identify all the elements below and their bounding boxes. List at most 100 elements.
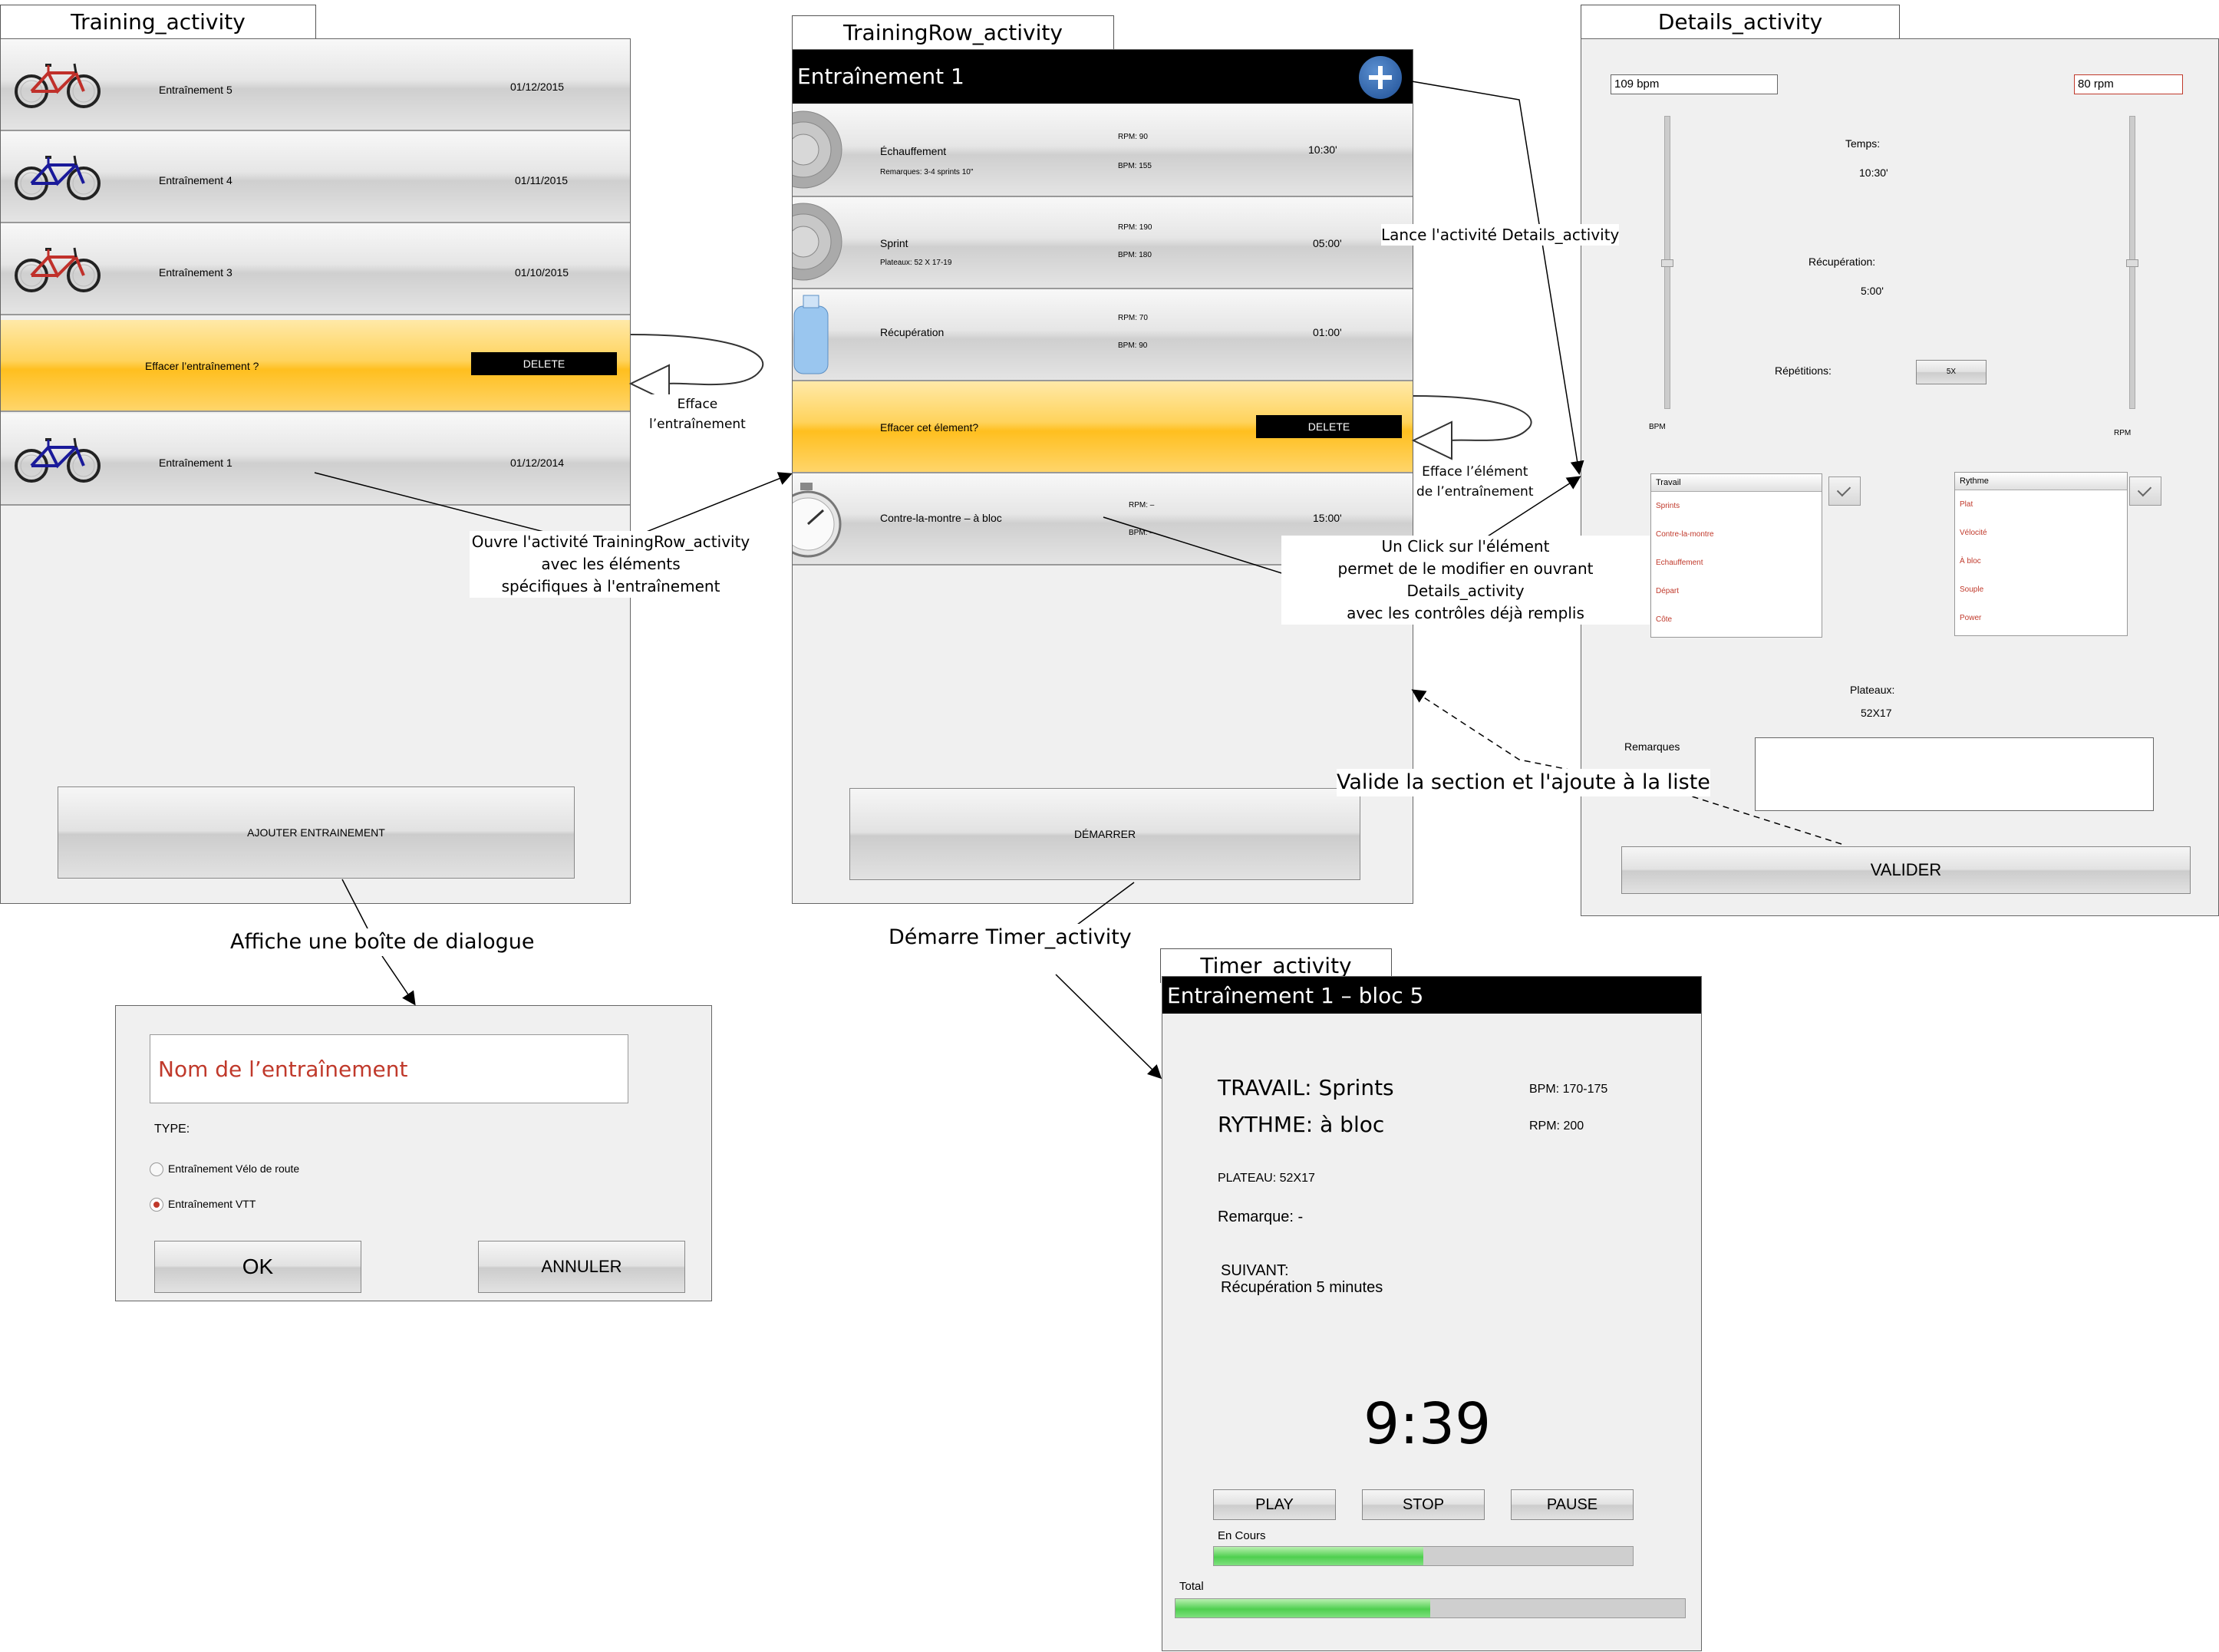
annotation-demarre-timer: Démarre Timer_activity <box>889 924 1132 951</box>
training-activity-panel: Entraînement 5 01/12/2015 Entraînement 4… <box>0 38 631 904</box>
element-title: Échauffement <box>880 145 947 157</box>
element-remark: Plateaux: 52 X 17-19 <box>880 259 952 267</box>
element-title: Contre-la-montre – à bloc <box>880 512 1002 524</box>
suivant-value: Récupération 5 minutes <box>1221 1279 1383 1296</box>
remarques-input[interactable] <box>1755 737 2154 811</box>
tab-training-activity: Training_activity <box>0 5 316 39</box>
training-row[interactable]: Entraînement 1 01/12/2014 <box>1 414 630 506</box>
bpm-text: BPM: 170-175 <box>1529 1083 1608 1096</box>
rythme-text: RYTHME: à bloc <box>1218 1112 1385 1137</box>
stop-button[interactable]: STOP <box>1362 1489 1485 1520</box>
ok-button[interactable]: OK <box>154 1241 361 1293</box>
list-item[interactable]: À bloc <box>1955 547 2127 575</box>
trainingrow-title: Entraînement 1 <box>797 64 964 89</box>
valider-button[interactable]: VALIDER <box>1621 846 2191 894</box>
list-item[interactable]: Sprints <box>1651 492 1822 520</box>
radio-road-label: Entraînement Vélo de route <box>168 1162 300 1175</box>
pause-button[interactable]: PAUSE <box>1511 1489 1634 1520</box>
bpm-field[interactable]: 109 bpm <box>1611 74 1778 94</box>
bicycle-icon <box>15 437 101 483</box>
element-rpm: RPM: 90 <box>1118 133 1148 141</box>
tab-details-activity: Details_activity <box>1581 5 1900 39</box>
countdown-clock: 9:39 <box>1363 1391 1492 1457</box>
new-training-dialog: Nom de l’entraînement TYPE: Entraînement… <box>115 1005 712 1301</box>
travail-list[interactable]: Travail Sprints Contre-la-montre Echauff… <box>1650 473 1822 638</box>
list-item[interactable]: Départ <box>1651 577 1822 605</box>
element-bpm: BPM: 90 <box>1118 341 1148 350</box>
training-name: Entraînement 3 <box>159 266 232 279</box>
list-item[interactable]: Côte <box>1651 605 1822 634</box>
element-time: 01:00' <box>1313 326 1342 338</box>
element-row[interactable]: Récupération RPM: 70 BPM: 90 01:00' <box>793 289 1413 381</box>
list-item[interactable]: Souple <box>1955 575 2127 604</box>
element-time: 10:30' <box>1308 143 1337 156</box>
circular-arrow-delete-training <box>630 334 764 386</box>
rpm-slider-thumb[interactable] <box>2126 259 2138 267</box>
trainingrow-activity-panel: Entraînement 1 Échauffement Remarques: 3… <box>792 49 1413 904</box>
bpm-slider[interactable] <box>1661 116 1673 409</box>
en-cours-label: En Cours <box>1218 1529 1266 1542</box>
training-name: Entraînement 5 <box>159 84 232 96</box>
travail-dropdown[interactable] <box>1828 476 1861 506</box>
plateaux-label: Plateaux: <box>1850 684 1895 696</box>
repetitions-spinner[interactable]: 5X <box>1916 360 1987 384</box>
list-item[interactable]: Vélocité <box>1955 519 2127 547</box>
trainingrow-header: Entraînement 1 <box>793 50 1413 104</box>
water-bottle-icon <box>793 295 829 374</box>
recup-value: 5:00' <box>1861 285 1884 297</box>
radio-vtt-label: Entraînement VTT <box>168 1198 256 1210</box>
remarque-text: Remarque: - <box>1218 1208 1304 1225</box>
rythme-list[interactable]: Rythme Plat Vélocité À bloc Souple Power <box>1954 472 2128 636</box>
play-button[interactable]: PLAY <box>1213 1489 1336 1520</box>
rpm-text: RPM: 200 <box>1529 1119 1584 1133</box>
element-bpm: BPM: 180 <box>1118 251 1152 259</box>
training-name-input[interactable]: Nom de l’entraînement <box>150 1034 628 1103</box>
delete-button[interactable]: DELETE <box>471 352 617 375</box>
cancel-button[interactable]: ANNULER <box>478 1241 685 1293</box>
stopwatch-icon <box>793 483 842 558</box>
element-rpm: RPM: 70 <box>1118 314 1148 322</box>
element-time: 05:00' <box>1313 237 1342 249</box>
list-item[interactable]: Echauffement <box>1651 549 1822 577</box>
training-row[interactable]: Entraînement 3 01/10/2015 <box>1 223 630 315</box>
timer-title: Entraînement 1 – bloc 5 <box>1167 983 1424 1008</box>
add-training-button[interactable]: AJOUTER ENTRAINEMENT <box>58 786 575 879</box>
rythme-dropdown[interactable] <box>2129 476 2161 506</box>
list-item[interactable]: Plat <box>1955 490 2127 519</box>
bpm-slider-thumb[interactable] <box>1661 259 1673 267</box>
element-row[interactable]: Sprint Plateaux: 52 X 17-19 RPM: 190 BPM… <box>793 197 1413 289</box>
annotation-ouvre-trainingrow: Ouvre l'activité TrainingRow_activity av… <box>470 531 752 598</box>
element-remark: Remarques: 3-4 sprints 10" <box>880 168 974 176</box>
training-date: 01/10/2015 <box>515 266 569 279</box>
remarques-label: Remarques <box>1624 740 1680 753</box>
element-bpm: BPM: – <box>1129 529 1154 537</box>
delete-confirm-row: Effacer l’entraînement ? DELETE <box>1 320 630 412</box>
radio-road[interactable] <box>150 1162 163 1176</box>
radio-vtt[interactable] <box>150 1198 163 1212</box>
training-row[interactable]: Entraînement 4 01/11/2015 <box>1 131 630 223</box>
delete-prompt: Effacer l’entraînement ? <box>145 360 259 372</box>
total-progress-fill <box>1175 1599 1430 1617</box>
list-item[interactable]: Contre-la-montre <box>1651 520 1822 549</box>
delete-prompt: Effacer cet élement? <box>880 421 979 434</box>
delete-confirm-row: Effacer cet élement? DELETE <box>793 381 1413 473</box>
training-row[interactable]: Entraînement 5 01/12/2015 <box>1 39 630 131</box>
bicycle-icon <box>15 63 101 108</box>
element-row[interactable]: Échauffement Remarques: 3-4 sprints 10" … <box>793 105 1413 197</box>
add-element-button[interactable] <box>1359 56 1402 99</box>
training-date: 01/12/2014 <box>510 457 565 469</box>
element-bpm: BPM: 155 <box>1118 162 1152 170</box>
en-cours-progress <box>1213 1546 1634 1566</box>
annotation-efface-element: Efface l’élément de l’entraînement <box>1416 462 1534 502</box>
element-title: Sprint <box>880 237 908 249</box>
list-item[interactable]: Power <box>1955 604 2127 632</box>
delete-button[interactable]: DELETE <box>1256 415 1402 438</box>
rpm-field[interactable]: 80 rpm <box>2074 74 2183 94</box>
plateaux-value: 52X17 <box>1861 707 1892 719</box>
annotation-lance-details: Lance l'activité Details_activity <box>1381 224 1620 246</box>
element-rpm: RPM: – <box>1129 501 1155 509</box>
travail-list-header: Travail <box>1651 474 1822 492</box>
bicycle-icon <box>15 155 101 200</box>
rpm-slider[interactable] <box>2126 116 2138 409</box>
start-button[interactable]: DÉMARRER <box>849 788 1360 880</box>
